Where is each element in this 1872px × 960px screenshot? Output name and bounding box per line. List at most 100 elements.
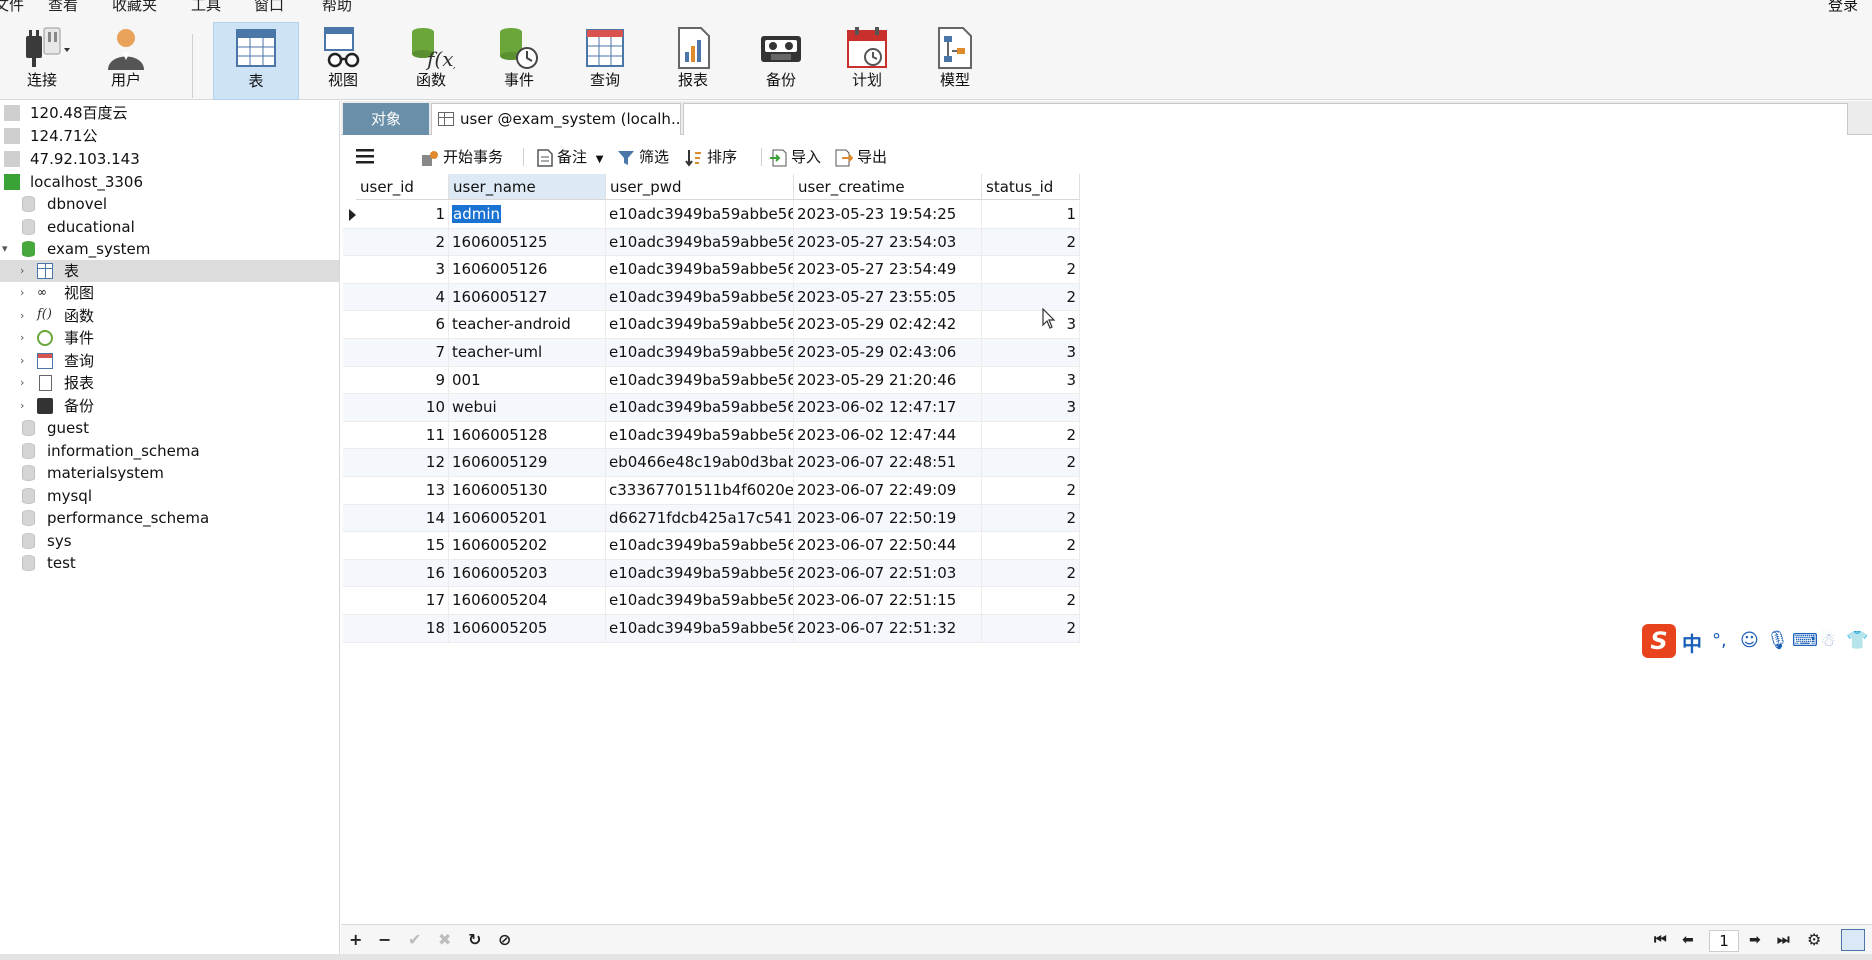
table-row[interactable]: 15 1606005202 e10adc3949ba59abbe56e 2023-06…: [343, 532, 1080, 560]
menu-view[interactable]: 查看: [48, 0, 78, 14]
cell-user-pwd[interactable]: e10adc3949ba59abbe56e: [606, 201, 794, 228]
chevron-right-icon[interactable]: ›: [20, 372, 30, 394]
cell-status-id[interactable]: 2: [982, 256, 1080, 284]
cell-user-id[interactable]: 7: [356, 339, 449, 366]
menu-help[interactable]: 帮助: [322, 0, 352, 14]
cell-user-id[interactable]: 10: [356, 394, 449, 422]
tree-item-backups[interactable]: › 备份: [0, 395, 339, 417]
cell-status-id[interactable]: 2: [982, 283, 1080, 311]
tree-item-views[interactable]: › ∞ 视图: [0, 282, 339, 304]
view-button[interactable]: 视图: [301, 22, 385, 98]
menu-tools[interactable]: 工具: [191, 0, 221, 14]
cell-user-pwd[interactable]: e10adc3949ba59abbe56e: [606, 421, 794, 449]
emoji-icon[interactable]: ☺: [1740, 630, 1759, 651]
tree-connection-active[interactable]: localhost_3306: [0, 171, 339, 193]
cell-user-name[interactable]: teacher-android: [449, 311, 606, 339]
cell-user-pwd[interactable]: e10adc3949ba59abbe56e: [606, 532, 794, 560]
cell-user-id[interactable]: 4: [356, 283, 449, 311]
user-icon[interactable]: ☃: [1820, 630, 1836, 651]
table-row[interactable]: 13 1606005130 c33367701511b4f6020ec6 2023-0…: [343, 477, 1080, 505]
sort-button[interactable]: 排序: [685, 146, 737, 168]
prev-page-button[interactable]: ⬅: [1682, 929, 1694, 951]
settings-gear-icon[interactable]: ⚙: [1807, 929, 1821, 951]
cell-status-id[interactable]: 2: [982, 504, 1080, 532]
event-button[interactable]: 事件: [477, 22, 561, 98]
skin-shirt-icon[interactable]: 👕: [1846, 630, 1868, 651]
cell-user-name[interactable]: 1606005201: [449, 504, 606, 532]
cell-status-id[interactable]: 2: [982, 559, 1080, 587]
cell-user-name[interactable]: 1606005126: [449, 256, 606, 284]
table-row[interactable]: 16 1606005203 e10adc3949ba59abbe56e 2023-06…: [343, 559, 1080, 588]
table-row[interactable]: 6 teacher-android e10adc3949ba59abbe56e 202…: [343, 311, 1080, 339]
memo-button[interactable]: 备注 ▼: [537, 146, 604, 168]
next-page-button[interactable]: ➡: [1749, 929, 1761, 951]
cell-user-id[interactable]: 14: [356, 504, 449, 532]
tree-item-reports[interactable]: › 报表: [0, 372, 339, 394]
table-row[interactable]: 7 teacher-uml e10adc3949ba59abbe56e 2023-05…: [343, 339, 1080, 367]
cell-user-pwd[interactable]: e10adc3949ba59abbe56e: [606, 228, 794, 256]
stop-button[interactable]: ⊘: [498, 929, 511, 951]
ime-mode-toggle[interactable]: 中: [1682, 628, 1702, 657]
first-page-button[interactable]: ⏮: [1654, 929, 1667, 951]
cell-user-name[interactable]: 1606005204: [449, 587, 606, 615]
cell-user-name[interactable]: 1606005203: [449, 559, 606, 587]
chevron-right-icon[interactable]: ›: [20, 260, 30, 282]
cell-user-creatime[interactable]: 2023-05-29 02:42:42: [794, 311, 982, 339]
dropdown-arrow-icon[interactable]: ▼: [596, 154, 604, 165]
cell-user-creatime[interactable]: 2023-06-07 22:48:51: [794, 449, 982, 477]
user-button[interactable]: 用户: [84, 22, 168, 98]
tree-database[interactable]: performance_schema: [0, 507, 339, 529]
column-header[interactable]: user_creatime: [794, 174, 982, 200]
cell-user-id[interactable]: 16: [356, 559, 449, 587]
model-button[interactable]: 模型: [913, 22, 997, 98]
cell-user-name[interactable]: 1606005130: [449, 477, 606, 504]
hamburger-button[interactable]: [356, 148, 374, 170]
table-row[interactable]: 12 1606005129 eb0466e48c19ab0d3bab2 2023-06…: [343, 449, 1080, 477]
cell-user-creatime[interactable]: 2023-06-07 22:50:44: [794, 532, 982, 560]
cell-user-name[interactable]: webui: [449, 394, 606, 422]
table-row[interactable]: 3 1606005126 e10adc3949ba59abbe56e 2023-05-…: [343, 256, 1080, 284]
cell-user-creatime[interactable]: 2023-06-07 22:51:15: [794, 587, 982, 615]
tree-database[interactable]: information_schema: [0, 440, 339, 462]
function-button[interactable]: f(x) 函数: [389, 22, 473, 98]
backup-button[interactable]: 备份: [739, 22, 823, 98]
table-row[interactable]: 2 1606005125 e10adc3949ba59abbe56e 2023-05-…: [343, 228, 1080, 257]
cell-user-id[interactable]: 9: [356, 366, 449, 394]
cell-user-creatime[interactable]: 2023-05-27 23:54:03: [794, 228, 982, 256]
cell-status-id[interactable]: 2: [982, 449, 1080, 477]
cell-user-id[interactable]: 18: [356, 615, 449, 642]
cell-user-pwd[interactable]: e10adc3949ba59abbe56e: [606, 559, 794, 587]
chevron-right-icon[interactable]: ›: [20, 350, 30, 372]
column-header[interactable]: user_pwd: [606, 174, 794, 200]
cell-user-id[interactable]: 13: [356, 477, 449, 504]
tab-table-user[interactable]: user @exam_system (localh...: [431, 103, 681, 135]
refresh-button[interactable]: ↻: [468, 929, 481, 951]
cell-user-id[interactable]: 3: [356, 256, 449, 284]
table-row[interactable]: 1 admin e10adc3949ba59abbe56e 2023-05-23 19…: [343, 201, 1080, 229]
cell-user-name[interactable]: 1606005202: [449, 532, 606, 560]
column-header[interactable]: user_id: [356, 174, 449, 200]
cell-user-id[interactable]: 1: [356, 201, 449, 228]
cell-status-id[interactable]: 2: [982, 587, 1080, 615]
cell-user-pwd[interactable]: e10adc3949ba59abbe56e: [606, 256, 794, 284]
cell-user-pwd[interactable]: eb0466e48c19ab0d3bab2: [606, 449, 794, 477]
cell-user-creatime[interactable]: 2023-05-27 23:55:05: [794, 283, 982, 311]
cell-user-pwd[interactable]: e10adc3949ba59abbe56e: [606, 394, 794, 422]
table-row[interactable]: 9 001 e10adc3949ba59abbe56e 2023-05-29 21:2…: [343, 366, 1080, 395]
column-header[interactable]: status_id: [982, 174, 1080, 200]
cell-user-pwd[interactable]: d66271fdcb425a17c5410: [606, 504, 794, 532]
tree-database[interactable]: educational: [0, 216, 339, 238]
report-button[interactable]: 报表: [651, 22, 735, 98]
ime-punctuation-toggle[interactable]: °,: [1712, 630, 1727, 651]
cell-user-creatime[interactable]: 2023-05-29 21:20:46: [794, 366, 982, 394]
keyboard-icon[interactable]: ⌨: [1792, 630, 1818, 651]
table-row[interactable]: 18 1606005205 e10adc3949ba59abbe56e 2023-06…: [343, 615, 1080, 643]
cell-status-id[interactable]: 2: [982, 532, 1080, 560]
chevron-right-icon[interactable]: ›: [20, 305, 30, 327]
microphone-icon[interactable]: 🎙: [1766, 630, 1789, 651]
tree-connection[interactable]: 120.48百度云: [0, 102, 339, 124]
grid-view-icon[interactable]: [1841, 929, 1865, 951]
menu-window[interactable]: 窗口: [254, 0, 284, 14]
discard-changes-button[interactable]: ✖: [438, 929, 451, 951]
cell-user-id[interactable]: 15: [356, 532, 449, 560]
